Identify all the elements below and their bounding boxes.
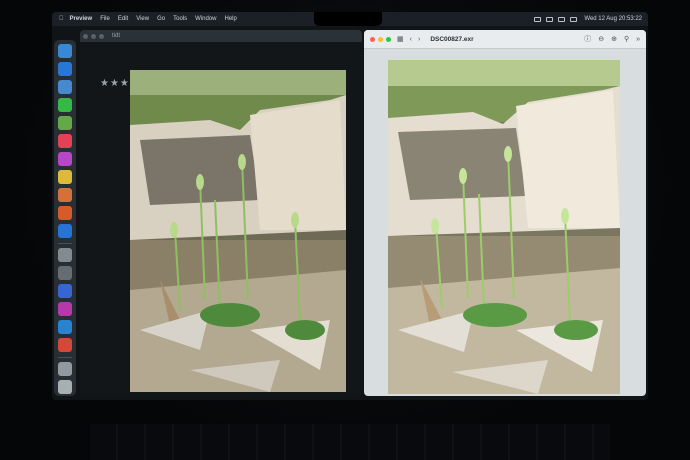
safari-icon[interactable]	[58, 62, 72, 76]
right-window-toolbar: ▦ ‹ › DSC00827.exr ⓘ ⊖ ⊕ ⚲ »	[364, 30, 646, 49]
back-icon[interactable]: ‹	[410, 36, 412, 43]
toolbar-right: ⓘ ⊖ ⊕ ⚲ »	[577, 30, 640, 48]
dock	[54, 40, 76, 396]
firefox-icon[interactable]	[58, 206, 72, 220]
forward-icon[interactable]: ›	[418, 36, 420, 43]
control-center-icon[interactable]	[558, 16, 566, 22]
zoom-out-icon[interactable]: ⊖	[598, 35, 604, 43]
downloads-icon[interactable]	[58, 362, 72, 376]
camera-notch	[314, 12, 382, 26]
left-preview-window: tidt ★★★	[80, 30, 362, 396]
minimize-button[interactable]	[91, 33, 96, 39]
search-icon[interactable]: ⚲	[624, 35, 629, 43]
minimize-button[interactable]	[378, 36, 383, 42]
close-button[interactable]	[83, 33, 88, 39]
apple-menu-icon[interactable]: 	[59, 16, 64, 22]
youtube-icon[interactable]	[58, 338, 72, 352]
left-window-title: tidt	[112, 33, 121, 39]
xcode-icon[interactable]	[58, 284, 72, 298]
info-icon[interactable]: ⓘ	[584, 34, 591, 44]
rating-stars[interactable]: ★★★	[100, 78, 130, 89]
preview-icon[interactable]	[58, 266, 72, 280]
dock-divider-2	[58, 357, 72, 358]
menu-tools[interactable]: Tools	[173, 16, 187, 22]
close-button[interactable]	[370, 36, 375, 42]
photos-icon[interactable]	[58, 188, 72, 202]
file-title: DSC00827.exr	[430, 35, 474, 43]
trash-icon[interactable]	[58, 380, 72, 394]
sidebar-icon[interactable]: ▦	[397, 35, 404, 43]
settings-icon[interactable]	[58, 248, 72, 262]
spotlight-icon[interactable]	[570, 16, 578, 22]
menu-file[interactable]: File	[100, 16, 110, 22]
music-icon[interactable]	[58, 134, 72, 148]
status-area: Wed 12 Aug 20:53:22	[529, 12, 642, 26]
notes-icon[interactable]	[58, 170, 72, 184]
vscode-icon[interactable]	[58, 320, 72, 334]
maps-icon[interactable]	[58, 116, 72, 130]
menu-edit[interactable]: Edit	[118, 16, 128, 22]
menu-app-name[interactable]: Preview	[70, 16, 93, 22]
mail-icon[interactable]	[58, 80, 72, 94]
zoom-in-icon[interactable]: ⊕	[611, 35, 617, 43]
wifi-icon[interactable]	[546, 16, 554, 22]
zoom-button[interactable]	[99, 33, 104, 39]
orchid-photo-right	[388, 60, 620, 394]
menu-window[interactable]: Window	[195, 16, 216, 22]
dock-divider	[58, 243, 72, 244]
right-preview-window: ▦ ‹ › DSC00827.exr ⓘ ⊖ ⊕ ⚲ »	[364, 30, 646, 396]
battery-icon[interactable]	[534, 16, 542, 22]
zoom-button[interactable]	[386, 36, 391, 42]
finder-icon[interactable]	[58, 44, 72, 58]
keyboard-edge	[90, 424, 610, 460]
affinity-icon[interactable]	[58, 302, 72, 316]
messages-icon[interactable]	[58, 98, 72, 112]
left-window-titlebar: tidt	[80, 30, 362, 42]
orchid-photo-left	[130, 70, 346, 392]
menu-go[interactable]: Go	[157, 16, 165, 22]
menu-clock[interactable]: Wed 12 Aug 20:53:22	[584, 16, 642, 22]
menu-help[interactable]: Help	[224, 16, 236, 22]
laptop-screen:  Preview File Edit View Go Tools Window…	[52, 12, 648, 400]
menu-bar:  Preview File Edit View Go Tools Window…	[52, 12, 648, 26]
podcasts-icon[interactable]	[58, 152, 72, 166]
more-icon[interactable]: »	[636, 36, 640, 43]
menu-view[interactable]: View	[136, 16, 149, 22]
app-store-icon[interactable]	[58, 224, 72, 238]
